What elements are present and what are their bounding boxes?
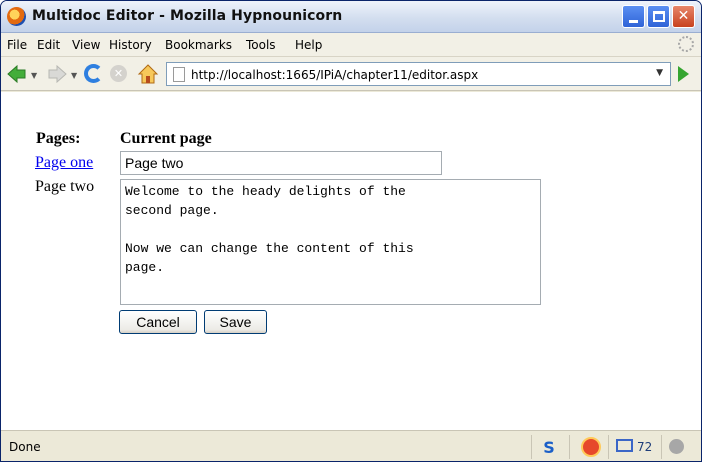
page-link-page-one[interactable]: Page one: [35, 154, 93, 172]
url-history-dropdown-icon[interactable]: ▼: [656, 68, 663, 78]
options-icon[interactable]: [669, 439, 684, 454]
minimize-button[interactable]: [622, 5, 645, 28]
home-icon[interactable]: [137, 63, 159, 85]
menu-edit[interactable]: Edit: [37, 38, 60, 52]
navigation-toolbar: ▼ ▼ ✕ http://localhost:1665/IPiA/chapter…: [1, 57, 701, 91]
browser-window: Multidoc Editor - Mozilla Hypnounicorn ✕…: [0, 0, 702, 462]
menu-view[interactable]: View: [72, 38, 100, 52]
menu-bookmarks[interactable]: Bookmarks: [165, 38, 232, 52]
window-title: Multidoc Editor - Mozilla Hypnounicorn: [32, 8, 343, 24]
reload-icon[interactable]: [84, 64, 103, 83]
page-content-textarea[interactable]: [120, 179, 541, 305]
address-bar[interactable]: http://localhost:1665/IPiA/chapter11/edi…: [166, 62, 671, 86]
menu-tools[interactable]: Tools: [246, 38, 276, 52]
page-label-page-two: Page two: [35, 178, 95, 195]
pages-heading: Pages:: [36, 130, 81, 147]
mail-icon[interactable]: [616, 439, 633, 452]
url-text[interactable]: http://localhost:1665/IPiA/chapter11/edi…: [191, 68, 478, 82]
maximize-icon: [653, 11, 665, 22]
page-content: Pages: Current page Page one Page two Ca…: [1, 92, 701, 430]
forward-arrow-icon[interactable]: [48, 64, 67, 84]
close-icon: ✕: [677, 8, 690, 24]
title-bar[interactable]: Multidoc Editor - Mozilla Hypnounicorn ✕: [1, 1, 701, 33]
back-arrow-icon[interactable]: [7, 64, 26, 84]
mail-count: 72: [637, 440, 653, 454]
save-button[interactable]: Save: [204, 310, 267, 334]
page-icon: [173, 67, 185, 82]
menu-file[interactable]: File: [7, 38, 27, 52]
menu-bar: File Edit View History Bookmarks Tools H…: [1, 33, 701, 57]
extension-face-icon[interactable]: [581, 437, 601, 457]
status-text: Done: [9, 440, 41, 454]
status-separator: [608, 435, 609, 459]
minimize-icon: [629, 20, 638, 23]
maximize-button[interactable]: [647, 5, 670, 28]
status-separator: [531, 435, 532, 459]
menu-history[interactable]: History: [109, 38, 152, 52]
menu-help[interactable]: Help: [295, 38, 322, 52]
page-title-input[interactable]: [120, 151, 442, 175]
go-arrow-icon[interactable]: [678, 66, 689, 82]
s-extension-icon[interactable]: S: [540, 438, 558, 457]
browser-logo-icon: [7, 7, 26, 26]
cancel-button[interactable]: Cancel: [119, 310, 197, 334]
activity-throbber-icon: [678, 36, 694, 52]
close-button[interactable]: ✕: [672, 5, 695, 28]
current-page-heading: Current page: [120, 130, 212, 147]
stop-icon[interactable]: ✕: [110, 65, 127, 82]
forward-history-dropdown-icon[interactable]: ▼: [71, 71, 77, 80]
status-separator: [569, 435, 570, 459]
back-history-dropdown-icon[interactable]: ▼: [31, 71, 37, 80]
status-bar: Done S 72: [1, 430, 701, 461]
status-separator: [661, 435, 662, 459]
